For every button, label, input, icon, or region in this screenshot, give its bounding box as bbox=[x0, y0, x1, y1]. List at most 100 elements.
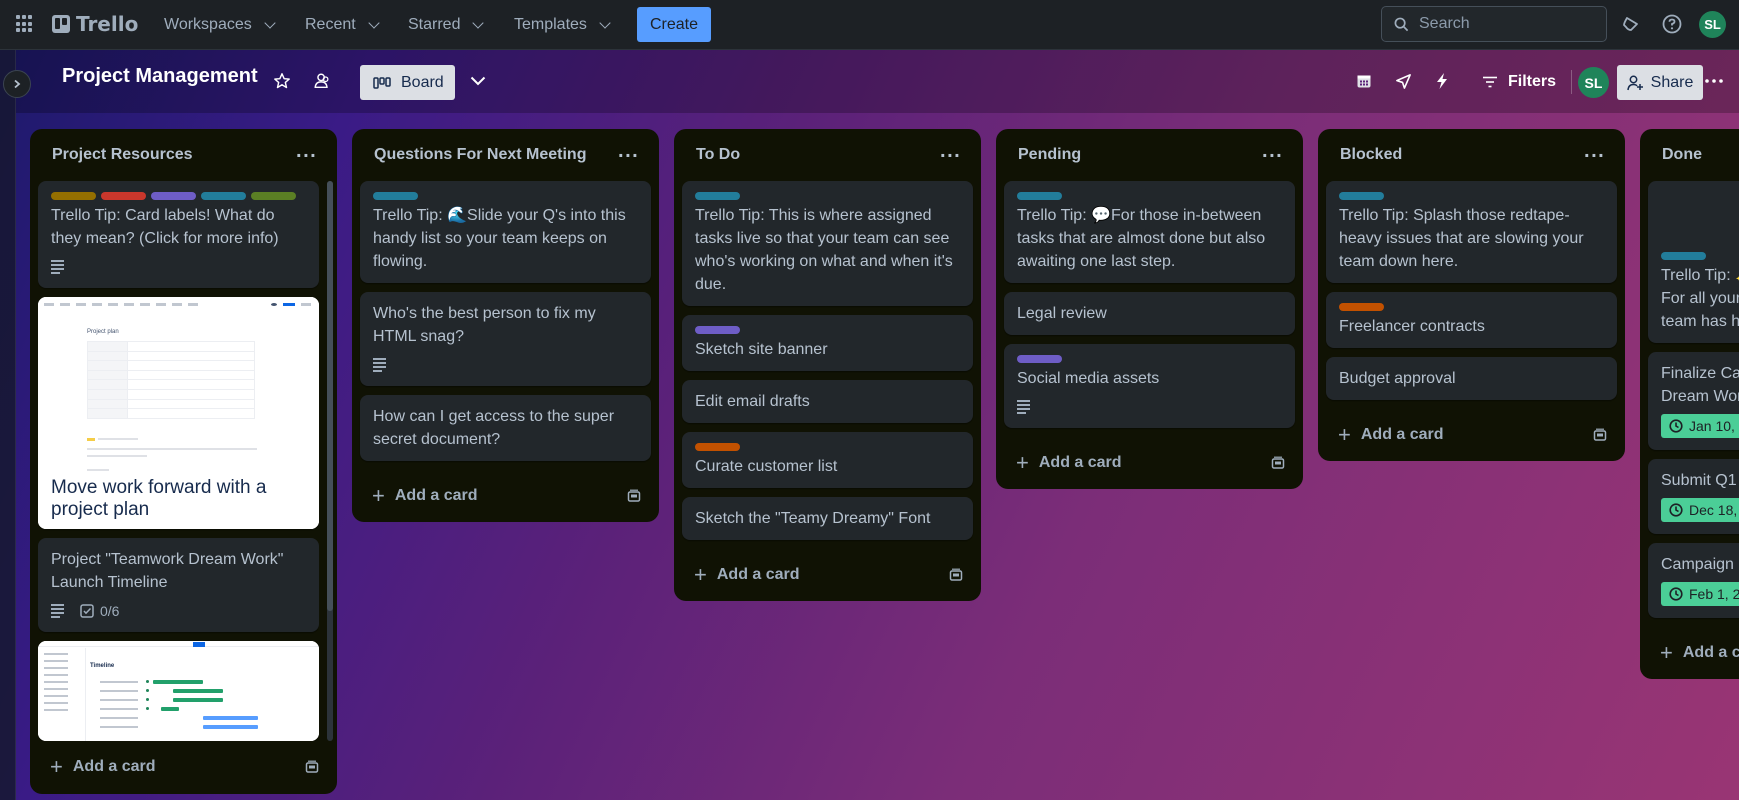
header-divider bbox=[1571, 70, 1572, 94]
card[interactable]: Curate customer list bbox=[682, 432, 973, 488]
scrollbar-thumb[interactable] bbox=[327, 181, 333, 611]
notifications-button[interactable] bbox=[1619, 12, 1643, 36]
card-labels bbox=[1339, 303, 1604, 311]
add-card-button[interactable]: + Add a c bbox=[1660, 642, 1739, 664]
app-switcher-icon[interactable] bbox=[16, 15, 34, 33]
help-button[interactable] bbox=[1660, 12, 1684, 36]
list-menu-icon[interactable]: ··· bbox=[1262, 146, 1283, 165]
card[interactable]: Campaign Feb 1, 20 bbox=[1648, 543, 1739, 618]
trello-logo[interactable]: Trello bbox=[52, 12, 138, 36]
card[interactable]: Sketch site banner bbox=[682, 315, 973, 371]
list-header: Pending ··· bbox=[1004, 129, 1295, 181]
list-menu-icon[interactable]: ··· bbox=[1584, 146, 1605, 165]
recent-menu[interactable]: Recent bbox=[305, 10, 380, 40]
add-card-row: + Add a card bbox=[1326, 409, 1617, 461]
card[interactable]: Project "Teamwork Dream Work" Launch Tim… bbox=[38, 538, 319, 632]
recent-label: Recent bbox=[305, 16, 356, 33]
description-icon bbox=[373, 358, 386, 372]
due-date-text: Jan 10, 2 bbox=[1689, 417, 1739, 434]
card[interactable]: Social media assets bbox=[1004, 344, 1295, 428]
starred-menu[interactable]: Starred bbox=[408, 10, 485, 40]
list-to-do: To Do ··· Trello Tip: This is where assi… bbox=[674, 129, 981, 601]
card[interactable]: Trello Tip: This is where assigned tasks… bbox=[682, 181, 973, 306]
card[interactable]: Trello Tip: Splash those redtape-heavy i… bbox=[1326, 181, 1617, 283]
card[interactable]: Legal review bbox=[1004, 292, 1295, 335]
list-title[interactable]: Blocked bbox=[1340, 146, 1402, 164]
card[interactable]: Project plan Move work forward with a pr… bbox=[38, 297, 319, 529]
add-card-row: + Add a card bbox=[360, 470, 651, 522]
list-scrollbar[interactable] bbox=[327, 181, 333, 741]
card[interactable]: Finalize Car Dream Wor Jan 10, 2 bbox=[1648, 352, 1739, 450]
card-title: Who's the best person to fix my HTML sna… bbox=[373, 305, 596, 345]
card-title: Social media assets bbox=[1017, 370, 1160, 387]
search-input[interactable] bbox=[1419, 15, 1589, 33]
list-menu-icon[interactable]: ··· bbox=[296, 146, 317, 165]
automation-button[interactable] bbox=[1430, 69, 1454, 93]
card[interactable]: Freelancer contracts bbox=[1326, 292, 1617, 348]
search-box[interactable] bbox=[1381, 6, 1607, 42]
board-title[interactable]: Project Management bbox=[62, 65, 258, 88]
card[interactable]: Sketch the "Teamy Dreamy" Font bbox=[682, 497, 973, 540]
board-menu-button[interactable] bbox=[1702, 69, 1726, 93]
list-menu-icon[interactable]: ··· bbox=[940, 146, 961, 165]
card-title: Sketch the "Teamy Dreamy" Font bbox=[695, 510, 931, 527]
due-date-badge[interactable]: Dec 18, 2 bbox=[1661, 498, 1739, 522]
label-blue bbox=[695, 192, 740, 200]
expand-sidebar-button[interactable] bbox=[3, 70, 31, 98]
card[interactable]: Submit Q1 Dec 18, 2 bbox=[1648, 459, 1739, 534]
calendar-power-up-button[interactable] bbox=[1352, 69, 1376, 93]
create-from-template-icon[interactable] bbox=[305, 760, 319, 774]
list-title[interactable]: To Do bbox=[696, 146, 740, 164]
list-menu-icon[interactable]: ··· bbox=[618, 146, 639, 165]
card[interactable]: Trello Tip: 🌊Slide your Q's into this ha… bbox=[360, 181, 651, 283]
card[interactable]: Trello Tip: ✨ For all your team has h bbox=[1648, 181, 1739, 343]
add-card-button[interactable]: + Add a card bbox=[694, 564, 800, 586]
user-avatar[interactable]: SL bbox=[1699, 11, 1726, 38]
create-from-template-icon[interactable] bbox=[1593, 428, 1607, 442]
label-orange bbox=[695, 443, 740, 451]
add-card-button[interactable]: + Add a card bbox=[1338, 424, 1444, 446]
star-board-button[interactable] bbox=[270, 69, 294, 93]
card[interactable]: Who's the best person to fix my HTML sna… bbox=[360, 292, 651, 386]
workspaces-menu[interactable]: Workspaces bbox=[164, 10, 276, 40]
collapsed-sidebar bbox=[0, 50, 16, 800]
create-from-template-icon[interactable] bbox=[949, 568, 963, 582]
app-name: Trello bbox=[76, 12, 139, 36]
plus-icon: + bbox=[50, 754, 63, 779]
card[interactable]: Timeline bbox=[38, 641, 319, 741]
add-card-button[interactable]: + Add a card bbox=[372, 485, 478, 507]
label-green bbox=[251, 192, 296, 200]
add-card-button[interactable]: + Add a card bbox=[1016, 452, 1122, 474]
board-view-label: Board bbox=[401, 73, 444, 91]
visibility-button[interactable] bbox=[310, 69, 334, 93]
templates-menu[interactable]: Templates bbox=[514, 10, 611, 40]
card-container: Trello Tip: Card labels! What do they me… bbox=[38, 181, 319, 741]
plus-icon: + bbox=[372, 483, 385, 508]
list-title[interactable]: Project Resources bbox=[52, 146, 193, 164]
card[interactable]: Trello Tip: 💬For those in-between tasks … bbox=[1004, 181, 1295, 283]
filters-button[interactable]: Filters bbox=[1482, 67, 1556, 97]
card[interactable]: Budget approval bbox=[1326, 357, 1617, 400]
label-orange bbox=[1339, 303, 1384, 311]
view-switcher-button[interactable] bbox=[466, 69, 490, 93]
chevron-down-icon bbox=[368, 17, 380, 29]
card[interactable]: Trello Tip: Card labels! What do they me… bbox=[38, 181, 319, 288]
create-button[interactable]: Create bbox=[637, 7, 711, 42]
share-button[interactable]: Share bbox=[1617, 65, 1703, 100]
plus-icon: + bbox=[1660, 640, 1673, 665]
card[interactable]: Edit email drafts bbox=[682, 380, 973, 423]
create-from-template-icon[interactable] bbox=[1271, 456, 1285, 470]
board-member-avatar[interactable]: SL bbox=[1578, 67, 1609, 98]
board-view-button[interactable]: Board bbox=[360, 65, 455, 100]
create-from-template-icon[interactable] bbox=[627, 489, 641, 503]
due-date-badge[interactable]: Feb 1, 20 bbox=[1661, 582, 1739, 606]
card[interactable]: How can I get access to the super secret… bbox=[360, 395, 651, 461]
card-title-line: Dream Wor bbox=[1661, 388, 1739, 405]
due-date-badge[interactable]: Jan 10, 2 bbox=[1661, 414, 1739, 438]
add-card-button[interactable]: + Add a card bbox=[50, 756, 156, 778]
power-ups-button[interactable] bbox=[1391, 69, 1415, 93]
list-title[interactable]: Questions For Next Meeting bbox=[374, 146, 586, 164]
plus-icon: + bbox=[1338, 422, 1351, 447]
list-title[interactable]: Pending bbox=[1018, 146, 1081, 164]
list-title[interactable]: Done bbox=[1662, 146, 1702, 164]
